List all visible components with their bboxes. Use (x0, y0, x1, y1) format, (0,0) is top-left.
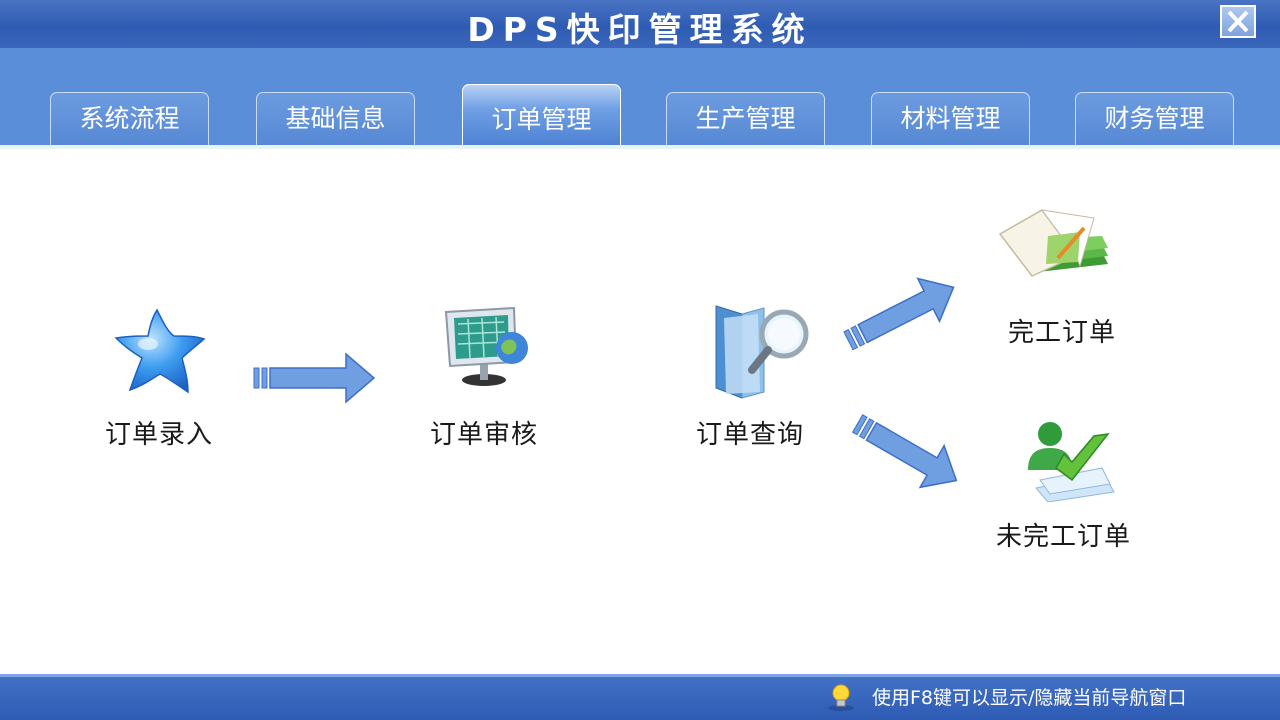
app-window: DPS快印管理系统 系统流程 基础信息 订单管理 生产管理 材料管理 财务管理 … (0, 0, 1280, 720)
close-icon (1227, 10, 1249, 33)
tab-finance-management[interactable]: 财务管理 (1075, 92, 1234, 145)
arrow-down-right-icon (851, 414, 958, 489)
incomplete-orders-button[interactable] (1022, 418, 1118, 503)
tab-production-management[interactable]: 生产管理 (666, 92, 825, 145)
title-bar: DPS快印管理系统 (0, 0, 1280, 49)
monitor-globe-icon (444, 306, 528, 386)
completed-orders-button[interactable] (998, 204, 1112, 282)
arrow-right-icon (253, 352, 376, 404)
close-button[interactable] (1220, 5, 1256, 38)
order-query-label[interactable]: 订单查询 (696, 414, 804, 451)
order-entry-label[interactable]: 订单录入 (105, 414, 213, 451)
arrow-up-right-icon (843, 277, 955, 351)
books-icon (998, 209, 1108, 277)
window-title: DPS快印管理系统 (467, 10, 813, 49)
status-bar: 使用F8键可以显示/隐藏当前导航窗口 (0, 674, 1280, 720)
order-entry-button[interactable] (112, 306, 208, 396)
lightbulb-icon (828, 684, 854, 711)
completed-orders-label[interactable]: 完工订单 (1008, 312, 1116, 349)
tab-material-management[interactable]: 材料管理 (871, 92, 1030, 145)
star-icon (114, 308, 206, 394)
tab-system-flow[interactable]: 系统流程 (50, 92, 209, 145)
tab-basic-info[interactable]: 基础信息 (256, 92, 415, 145)
incomplete-orders-label[interactable]: 未完工订单 (996, 516, 1131, 553)
order-query-button[interactable] (712, 300, 814, 400)
folder-search-icon (715, 305, 809, 399)
tab-order-management[interactable]: 订单管理 (462, 84, 621, 145)
status-bar-highlight (0, 674, 1280, 677)
order-review-label[interactable]: 订单审核 (430, 414, 538, 451)
status-hint: 使用F8键可以显示/隐藏当前导航窗口 (872, 687, 1187, 709)
order-review-button[interactable] (442, 304, 534, 390)
user-check-icon (1028, 422, 1115, 503)
